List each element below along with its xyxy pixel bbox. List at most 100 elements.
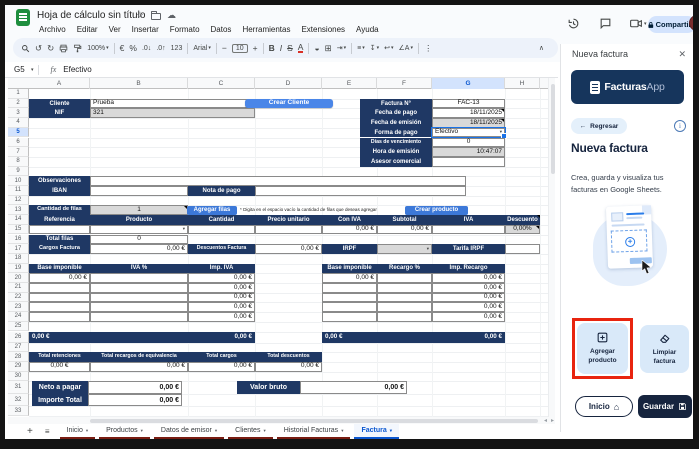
row-header-32[interactable]: 32 [8, 394, 29, 407]
all-sheets-icon[interactable]: ≡ [45, 427, 50, 436]
recargo-base-cell[interactable] [322, 302, 377, 312]
row-header-12[interactable]: 12 [8, 196, 29, 206]
recargo-header[interactable]: Imp. Recargo [432, 264, 505, 274]
recargo-pct-cell[interactable] [377, 312, 432, 322]
cell-iban-label[interactable]: IBAN [29, 186, 90, 196]
decrease-decimals-icon[interactable]: .0↓ [142, 45, 151, 52]
row-header-11[interactable]: 11 [8, 186, 29, 196]
cell-valor-bruto-label[interactable]: Valor bruto [237, 381, 300, 394]
producto-dropdown-icon[interactable]: ▾ [183, 227, 185, 232]
sheet-tab-caret-icon[interactable]: ▾ [141, 428, 143, 434]
totals-header[interactable]: Total recargos de equivalencia [90, 352, 188, 362]
cell-forma-pago-label[interactable]: Forma de pago [360, 128, 432, 138]
italic-icon[interactable]: I [280, 44, 282, 53]
iva-pct-cell[interactable] [90, 273, 188, 283]
recargo-totals-bar[interactable]: 0,00 €0,00 € [322, 332, 505, 343]
cell-cliente-label[interactable]: Cliente [29, 99, 90, 109]
row-header-31[interactable]: 31 [8, 381, 29, 394]
row-header-17[interactable]: 17 [8, 244, 29, 254]
move-folder-icon[interactable] [151, 13, 161, 20]
totals-value[interactable]: 0,00 € [29, 362, 90, 372]
sheet-tab-historial-facturas[interactable]: Historial Facturas▾ [277, 424, 351, 439]
iva-pct-cell[interactable] [90, 293, 188, 303]
cell-asesor-label[interactable]: Asesor comercial [360, 157, 432, 167]
totals-value[interactable]: 0,00 € [255, 362, 322, 372]
menu-archivo[interactable]: Archivo [35, 24, 70, 35]
cell-importe-label[interactable]: Importe Total [32, 394, 88, 407]
product-header[interactable]: Precio unitario [255, 215, 322, 225]
scroll-right-icon[interactable]: ▸ [551, 417, 554, 424]
recargo-imp-cell[interactable]: 0,00 € [432, 312, 505, 322]
iva-base-cell[interactable] [29, 293, 90, 303]
increase-font-icon[interactable]: + [253, 44, 258, 53]
crear-cliente-button[interactable]: Crear Cliente [245, 99, 333, 108]
info-icon[interactable]: i [674, 120, 686, 132]
cell-fecha-pago-value[interactable]: 18/11/2025 [432, 108, 505, 118]
row-header-29[interactable]: 29 [8, 362, 29, 372]
product-cell-subtotal[interactable]: 0,00 € [377, 225, 432, 235]
column-header-C[interactable]: C [188, 78, 255, 89]
row-header-7[interactable]: 7 [8, 147, 29, 157]
cell-tarifa-irpf-label[interactable]: Tarifa IRPF [432, 244, 505, 254]
cell-forma-pago-value-selected[interactable]: Efectivo▾ [432, 128, 505, 138]
product-cell-producto[interactable]: ▾ [90, 225, 188, 235]
recargo-header[interactable]: Recargo % [377, 264, 432, 274]
cell-cliente-value[interactable]: Prueba▾ [90, 99, 255, 109]
product-cell-iva[interactable] [432, 225, 505, 235]
cell-descuentos-value[interactable]: 0,00 € [255, 244, 322, 254]
row-header-23[interactable]: 23 [8, 302, 29, 312]
merge-cells-icon[interactable]: ⇥ ▾ [337, 45, 346, 52]
cell-fecha-emision-label[interactable]: Fecha de emisión [360, 118, 432, 128]
recargo-imp-cell[interactable]: 0,00 € [432, 283, 505, 293]
font-size-input[interactable]: 10 [232, 44, 248, 53]
close-sidebar-icon[interactable]: ✕ [678, 49, 686, 60]
recargo-base-cell[interactable]: 0,00 € [322, 273, 377, 283]
menu-formato[interactable]: Formato [166, 24, 204, 35]
sheet-tab-caret-icon[interactable]: ▾ [341, 428, 343, 434]
cell-nif-label[interactable]: NIF [29, 108, 90, 118]
product-cell-con-iva[interactable]: 0,00 € [322, 225, 377, 235]
iva-base-cell[interactable] [29, 283, 90, 293]
row-header-1[interactable]: 1 [8, 89, 29, 99]
cell-total-filas-value[interactable]: 0 [90, 235, 188, 245]
column-header-H[interactable]: H [505, 78, 540, 89]
row-header-27[interactable]: 27 [8, 343, 29, 353]
cell-irpf-dropdown[interactable]: ▾ [377, 244, 432, 254]
cell-neto-value[interactable]: 0,00 € [88, 381, 182, 394]
decrease-font-icon[interactable]: − [222, 44, 227, 53]
row-header-15[interactable]: 15 [8, 225, 29, 235]
crear-producto-button[interactable]: Crear producto [405, 206, 468, 215]
recargo-header[interactable]: Base imponible [322, 264, 377, 274]
meet-icon[interactable] [629, 17, 643, 30]
totals-header[interactable]: Total cargos [188, 352, 255, 362]
share-button[interactable]: Compartir ▾ [648, 16, 693, 33]
row-header-8[interactable]: 8 [8, 157, 29, 167]
row-header-9[interactable]: 9 [8, 167, 29, 177]
irpf-dropdown-icon[interactable]: ▾ [427, 247, 429, 252]
cell-hora-emision-value[interactable]: 10:47:07 [432, 147, 505, 157]
menu-extensiones[interactable]: Extensiones [297, 24, 349, 35]
product-header[interactable]: Descuento [505, 215, 540, 225]
strikethrough-icon[interactable]: S [287, 44, 293, 53]
cell-factura-no-value[interactable]: FAC-13 [432, 99, 505, 109]
iva-imp-cell[interactable]: 0,00 € [188, 312, 255, 322]
add-sheet-icon[interactable]: + [27, 426, 33, 437]
totals-header[interactable]: Total descuentos [255, 352, 322, 362]
iva-base-cell[interactable] [29, 312, 90, 322]
row-header-13[interactable]: 13 [8, 205, 29, 215]
row-header-16[interactable]: 16 [8, 235, 29, 245]
column-header-E[interactable]: E [322, 78, 377, 89]
text-rotation-icon[interactable]: ∠A ▾ [399, 45, 413, 52]
cell-cantidad-filas-value[interactable]: 1 [90, 205, 188, 215]
text-wrap-icon[interactable]: ↩ ▾ [384, 45, 393, 52]
recargo-base-cell[interactable] [322, 283, 377, 293]
cell-neto-label[interactable]: Neto a pagar [32, 381, 88, 394]
row-header-14[interactable]: 14 [8, 215, 29, 225]
agregar-filas-button[interactable]: Agregar filas [187, 206, 237, 215]
cell-nif-value[interactable]: 321 [90, 108, 255, 118]
cell-fecha-pago-label[interactable]: Fecha de pago [360, 108, 432, 118]
sheet-tab-caret-icon[interactable]: ▾ [86, 428, 88, 434]
currency-format-icon[interactable]: € [120, 44, 125, 53]
document-title[interactable]: Hoja de cálculo sin título [37, 10, 145, 21]
name-box-caret-icon[interactable]: ▾ [31, 67, 34, 73]
